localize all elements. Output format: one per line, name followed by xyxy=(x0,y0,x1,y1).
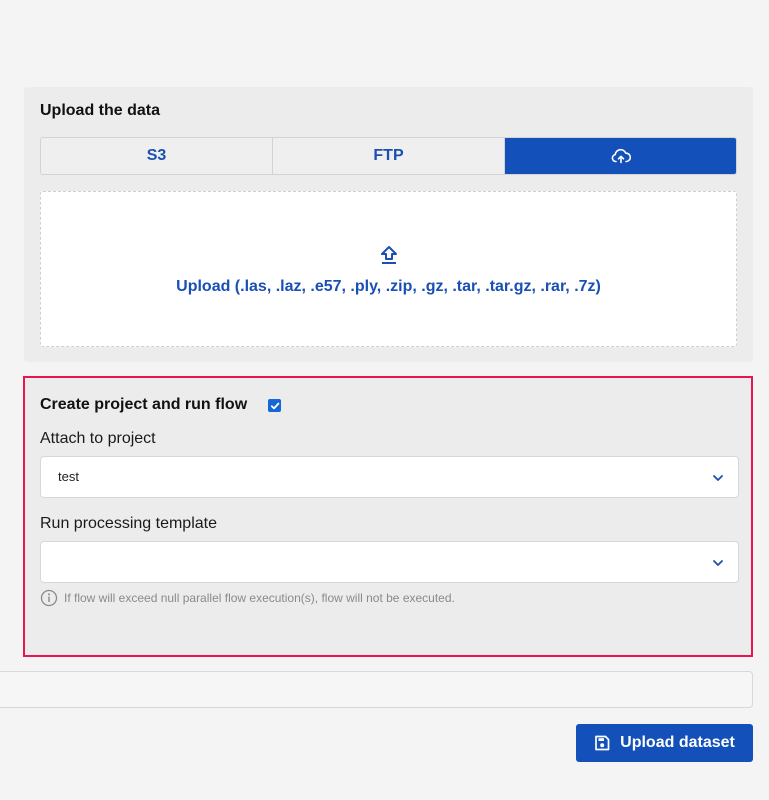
checkmark-icon xyxy=(270,402,279,409)
processing-template-label: Run processing template xyxy=(40,515,217,532)
file-dropzone[interactable]: Upload (.las, .laz, .e57, .ply, .zip, .g… xyxy=(40,191,737,347)
save-icon xyxy=(595,735,610,751)
upload-panel: Upload the data S3 FTP Upload (.las, .la… xyxy=(24,87,753,362)
attach-project-label: Attach to project xyxy=(40,430,156,447)
upload-dataset-label: Upload dataset xyxy=(620,734,735,751)
upload-title: Upload the data xyxy=(40,102,161,119)
chevron-down-icon xyxy=(713,475,723,481)
upload-arrow-icon xyxy=(381,246,397,264)
source-tabs: S3 FTP xyxy=(40,137,737,175)
tab-ftp[interactable]: FTP xyxy=(273,138,505,174)
create-project-title: Create project and run flow xyxy=(40,396,248,413)
create-project-panel: Create project and run flow Attach to pr… xyxy=(23,376,753,657)
upload-page: Upload the data S3 FTP Upload (.las, .la… xyxy=(0,0,769,800)
bottom-bar xyxy=(0,671,753,708)
create-project-checkbox[interactable] xyxy=(268,399,281,412)
dropzone-label: Upload (.las, .laz, .e57, .ply, .zip, .g… xyxy=(176,278,601,295)
tab-local-upload[interactable] xyxy=(505,138,736,174)
flow-limit-hint: If flow will exceed null parallel flow e… xyxy=(40,589,455,607)
cloud-upload-icon xyxy=(611,148,631,164)
flow-limit-hint-text: If flow will exceed null parallel flow e… xyxy=(64,591,455,605)
info-icon xyxy=(40,589,58,607)
chevron-down-icon xyxy=(713,560,723,566)
attach-project-select[interactable]: test xyxy=(40,456,739,498)
attach-project-value: test xyxy=(58,469,79,484)
processing-template-select[interactable] xyxy=(40,541,739,583)
tab-s3[interactable]: S3 xyxy=(41,138,273,174)
upload-dataset-button[interactable]: Upload dataset xyxy=(576,724,753,762)
